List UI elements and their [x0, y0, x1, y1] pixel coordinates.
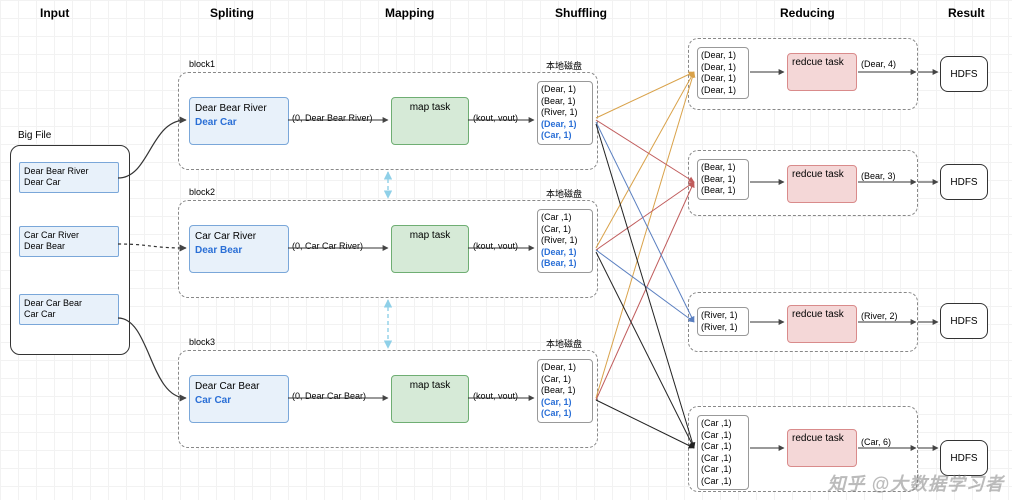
- kv-output: (kout, vout): [473, 113, 518, 123]
- kv: (Dear, 1): [701, 50, 745, 62]
- block-label: block3: [189, 337, 215, 347]
- header-shuffling: Shuffling: [555, 6, 607, 20]
- kv-output: (kout, vout): [473, 391, 518, 401]
- header-input: Input: [40, 6, 69, 20]
- map-output-list: (Dear, 1) (Car, 1) (Bear, 1) (Car, 1) (C…: [537, 359, 593, 423]
- map-task: map task: [391, 225, 469, 273]
- reduce-input: (Dear, 1) (Dear, 1) (Dear, 1) (Dear, 1): [697, 47, 749, 99]
- kv-input: (0, Dear Car Bear): [292, 391, 366, 401]
- kv: (Car ,1): [701, 453, 745, 465]
- kv-output: (kout, vout): [473, 241, 518, 251]
- split-block-2: block2 本地磁盘 Car Car River Dear Bear (0, …: [178, 200, 598, 298]
- kv: (River, 1): [541, 235, 589, 247]
- kv: (Dear, 1): [701, 62, 745, 74]
- split-box: Car Car River Dear Bear: [189, 225, 289, 273]
- input-line: Car Car: [24, 309, 114, 320]
- reduce-input: (River, 1) (River, 1): [697, 307, 749, 336]
- kv: (Car, 1): [541, 397, 589, 409]
- split-line2: Dear Car: [195, 116, 283, 130]
- input-line: Dear Car: [24, 177, 114, 188]
- kv: (Car ,1): [701, 430, 745, 442]
- kv: (Dear, 1): [701, 73, 745, 85]
- split-block-3: block3 本地磁盘 Dear Car Bear Car Car (0, De…: [178, 350, 598, 448]
- map-output-list: (Dear, 1) (Bear, 1) (River, 1) (Dear, 1)…: [537, 81, 593, 145]
- reduce-block-river: (River, 1) (River, 1) redcue task (River…: [688, 292, 918, 352]
- watermark: 知乎 @大数据学习者: [827, 470, 1004, 496]
- input-block-2: Car Car River Dear Bear: [19, 226, 119, 257]
- kv: (Car, 1): [541, 374, 589, 386]
- kv: (Dear, 1): [541, 119, 589, 131]
- input-line: Dear Bear: [24, 241, 114, 252]
- kv-input: (0, Car Car River): [292, 241, 363, 251]
- kv: (Car, 1): [541, 224, 589, 236]
- split-block-1: block1 本地磁盘 Dear Bear River Dear Car (0,…: [178, 72, 598, 170]
- input-line: Dear Car Bear: [24, 298, 114, 309]
- reduce-output: (Dear, 4): [861, 59, 896, 69]
- kv: (Bear, 1): [701, 162, 745, 174]
- block-label: block1: [189, 59, 215, 69]
- reduce-task: redcue task: [787, 429, 857, 467]
- kv: (Dear, 1): [541, 84, 589, 96]
- kv: (River, 1): [541, 107, 589, 119]
- reduce-task: redcue task: [787, 53, 857, 91]
- input-line: Dear Bear River: [24, 166, 114, 177]
- split-line2: Car Car: [195, 394, 283, 408]
- input-block-1: Dear Bear River Dear Car: [19, 162, 119, 193]
- hdfs-box: HDFS: [940, 303, 988, 339]
- kv: (Dear, 1): [541, 247, 589, 259]
- header-mapping: Mapping: [385, 6, 434, 20]
- kv: (Car ,1): [701, 418, 745, 430]
- kv: (Bear, 1): [541, 96, 589, 108]
- kv: (Dear, 1): [701, 85, 745, 97]
- kv: (Car ,1): [541, 212, 589, 224]
- reduce-input: (Bear, 1) (Bear, 1) (Bear, 1): [697, 159, 749, 200]
- reduce-block-bear: (Bear, 1) (Bear, 1) (Bear, 1) redcue tas…: [688, 150, 918, 216]
- split-box: Dear Bear River Dear Car: [189, 97, 289, 145]
- reduce-task: redcue task: [787, 305, 857, 343]
- kv: (River, 1): [701, 310, 745, 322]
- kv: (Bear, 1): [701, 185, 745, 197]
- header-result: Result: [948, 6, 985, 20]
- reduce-task: redcue task: [787, 165, 857, 203]
- kv: (Dear, 1): [541, 362, 589, 374]
- hdfs-box: HDFS: [940, 56, 988, 92]
- kv: (Bear, 1): [541, 258, 589, 270]
- map-task: map task: [391, 375, 469, 423]
- kv-input: (0, Dear Bear River): [292, 113, 373, 123]
- reduce-output: (Car, 6): [861, 437, 891, 447]
- split-line2: Dear Bear: [195, 244, 283, 258]
- reduce-output: (River, 2): [861, 311, 898, 321]
- input-line: Car Car River: [24, 230, 114, 241]
- split-line: Dear Bear River: [195, 102, 283, 116]
- big-file: Dear Bear River Dear Car Car Car River D…: [10, 145, 130, 355]
- split-line: Dear Car Bear: [195, 380, 283, 394]
- disk-label: 本地磁盘: [546, 337, 582, 350]
- kv: (Car, 1): [541, 130, 589, 142]
- kv: (Bear, 1): [541, 385, 589, 397]
- reduce-input: (Car ,1) (Car ,1) (Car ,1) (Car ,1) (Car…: [697, 415, 749, 490]
- disk-label: 本地磁盘: [546, 187, 582, 200]
- kv: (Bear, 1): [701, 174, 745, 186]
- reduce-block-dear: (Dear, 1) (Dear, 1) (Dear, 1) (Dear, 1) …: [688, 38, 918, 110]
- input-block-3: Dear Car Bear Car Car: [19, 294, 119, 325]
- kv: (Car ,1): [701, 476, 745, 488]
- disk-label: 本地磁盘: [546, 59, 582, 72]
- kv: (River, 1): [701, 322, 745, 334]
- reduce-output: (Bear, 3): [861, 171, 896, 181]
- header-splitting: Spliting: [210, 6, 254, 20]
- big-file-label: Big File: [18, 130, 51, 141]
- map-output-list: (Car ,1) (Car, 1) (River, 1) (Dear, 1) (…: [537, 209, 593, 273]
- kv: (Car ,1): [701, 441, 745, 453]
- map-task: map task: [391, 97, 469, 145]
- split-box: Dear Car Bear Car Car: [189, 375, 289, 423]
- header-reducing: Reducing: [780, 6, 835, 20]
- hdfs-box: HDFS: [940, 164, 988, 200]
- kv: (Car, 1): [541, 408, 589, 420]
- kv: (Car ,1): [701, 464, 745, 476]
- split-line: Car Car River: [195, 230, 283, 244]
- block-label: block2: [189, 187, 215, 197]
